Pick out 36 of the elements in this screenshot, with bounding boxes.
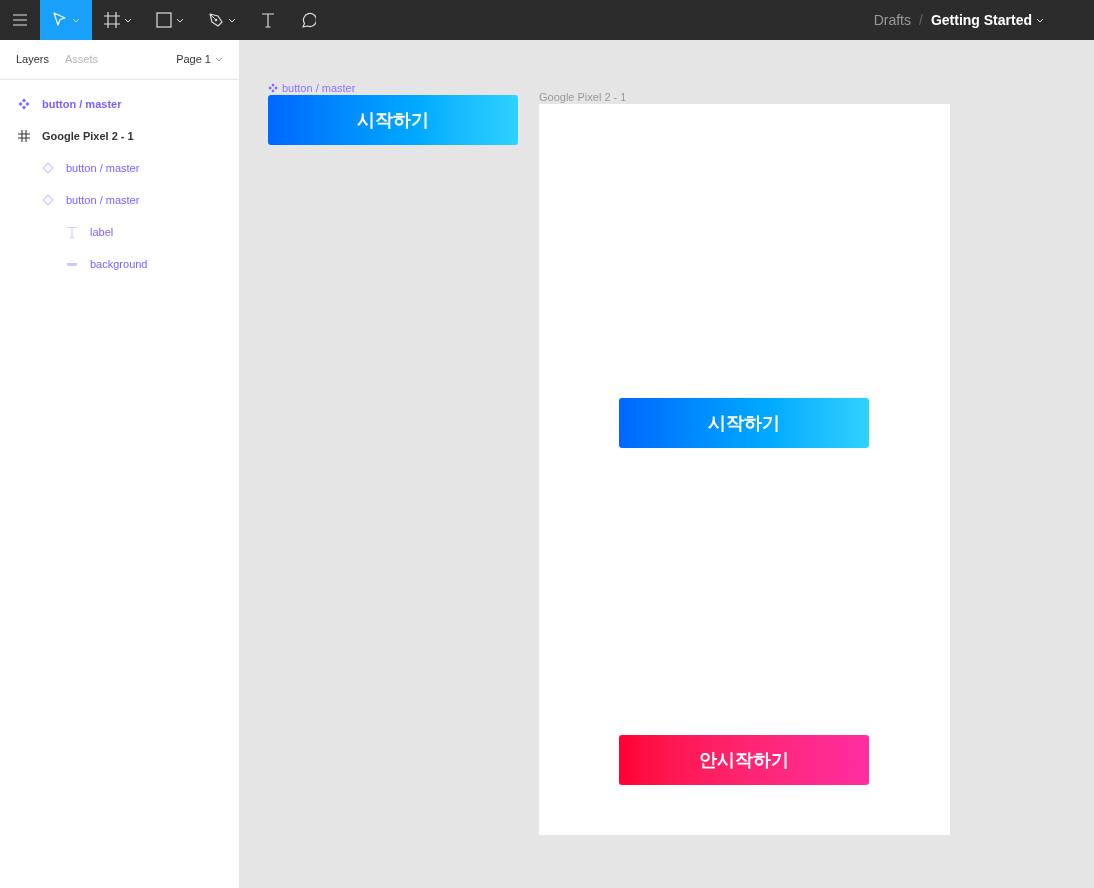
bar-icon	[67, 262, 77, 266]
cursor-icon	[52, 12, 68, 28]
component-icon	[18, 98, 30, 110]
layer-row[interactable]: button / master	[0, 152, 239, 184]
start-button[interactable]: 시작하기	[268, 95, 518, 145]
chevron-down-icon	[228, 17, 236, 23]
speech-bubble-icon	[300, 12, 316, 28]
text-icon	[66, 226, 78, 238]
layer-row[interactable]: button / master	[0, 88, 239, 120]
component-label: button / master	[268, 80, 356, 97]
diamond-icon	[42, 194, 54, 206]
chevron-down-icon	[72, 17, 80, 23]
text-icon	[260, 12, 276, 28]
pen-icon	[208, 12, 224, 28]
file-name-dropdown[interactable]: Getting Started	[930, 9, 1044, 31]
diamond-icon	[42, 162, 54, 174]
square-icon	[156, 12, 172, 28]
hash-icon	[18, 130, 30, 142]
layer-row[interactable]: button / master	[0, 184, 239, 216]
frame-label: Google Pixel 2 - 1	[539, 90, 627, 105]
start-button[interactable]: 시작하기	[619, 398, 869, 448]
panel-tab[interactable]: Layers	[16, 51, 50, 68]
chevron-down-icon	[124, 17, 132, 23]
start-button[interactable]: 안시작하기	[619, 735, 869, 785]
layer-row[interactable]: label	[0, 216, 239, 248]
chevron-down-icon	[1036, 17, 1044, 23]
breadcrumb-separator: /	[919, 10, 923, 30]
layer-row[interactable]: Google Pixel 2 - 1	[0, 120, 239, 152]
menu-icon	[12, 14, 28, 26]
page-dropdown[interactable]: Page 1	[176, 51, 223, 68]
component-icon	[268, 83, 278, 94]
hash-icon	[104, 12, 120, 28]
chevron-down-icon	[176, 17, 184, 23]
layer-row[interactable]: background	[0, 248, 239, 280]
breadcrumb-folder[interactable]: Drafts	[873, 9, 911, 31]
chevron-down-icon	[215, 57, 223, 62]
